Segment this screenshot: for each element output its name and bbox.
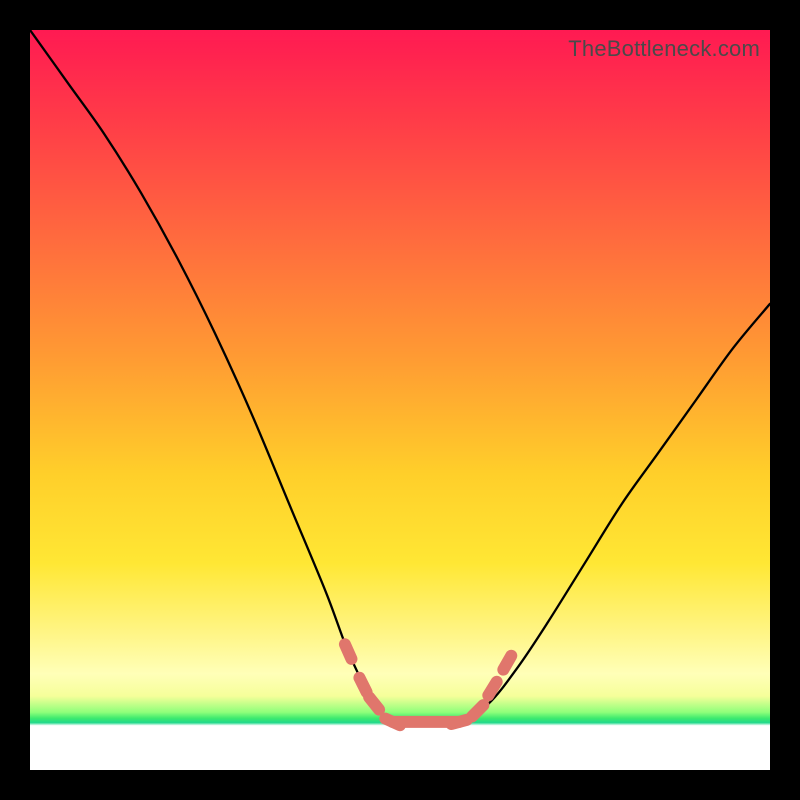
marker-group: [345, 644, 511, 725]
plot-area: TheBottleneck.com: [30, 30, 770, 770]
curve-path: [30, 30, 770, 724]
attribution-label: TheBottleneck.com: [568, 36, 760, 62]
bottleneck-curve: [30, 30, 770, 770]
chart-frame: TheBottleneck.com: [0, 0, 800, 800]
